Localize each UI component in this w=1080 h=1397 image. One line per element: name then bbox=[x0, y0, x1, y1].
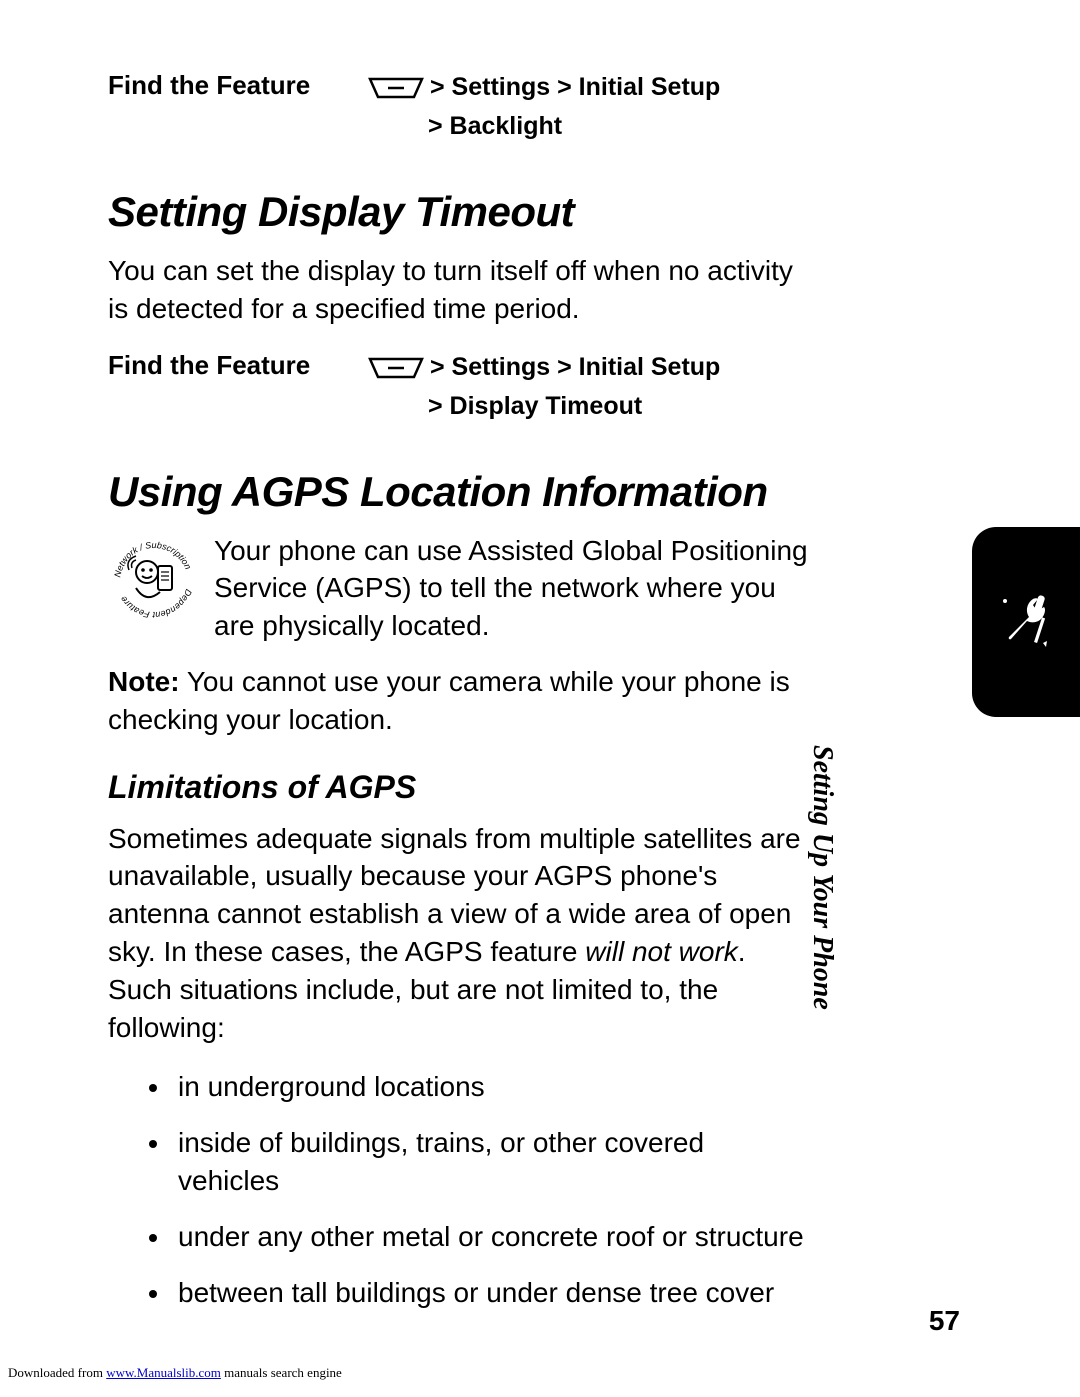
note-label: Note: bbox=[108, 666, 180, 697]
body-limitations-italic: will not work bbox=[585, 936, 737, 967]
menu-path-1-line1: > Settings > Initial Setup bbox=[430, 73, 720, 101]
find-feature-label-2: Find the Feature bbox=[108, 350, 368, 381]
note-agps: Note: You cannot use your camera while y… bbox=[108, 663, 808, 739]
list-item: inside of buildings, trains, or other co… bbox=[172, 1124, 808, 1200]
list-item: under any other metal or concrete roof o… bbox=[172, 1218, 808, 1256]
download-pre: Downloaded from bbox=[8, 1365, 106, 1380]
heading-agps: Using AGPS Location Information bbox=[108, 468, 808, 516]
body-agps-intro: Your phone can use Assisted Global Posit… bbox=[214, 532, 808, 645]
menu-path-1-line2: > Backlight bbox=[428, 112, 562, 140]
menu-path-2-line1: > Settings > Initial Setup bbox=[430, 353, 720, 381]
download-post: manuals search engine bbox=[221, 1365, 342, 1380]
list-item: between tall buildings or under dense tr… bbox=[172, 1274, 808, 1312]
agps-intro-row: Network / Subscription Dependent Feature bbox=[108, 532, 808, 645]
menu-path-2-line2: > Display Timeout bbox=[428, 392, 642, 420]
limitations-list: in underground locations inside of build… bbox=[138, 1068, 808, 1311]
note-body: You cannot use your camera while your ph… bbox=[108, 666, 790, 735]
section-side-label: Setting Up Your Phone bbox=[806, 745, 838, 1045]
list-item: in underground locations bbox=[172, 1068, 808, 1106]
find-feature-row-1: Find the Feature > Settings > Initial Se… bbox=[108, 70, 808, 144]
page-number: 57 bbox=[929, 1305, 960, 1337]
manual-page: Find the Feature > Settings > Initial Se… bbox=[0, 0, 1080, 1397]
menu-key-icon bbox=[368, 354, 424, 389]
download-link[interactable]: www.Manualslib.com bbox=[106, 1365, 221, 1380]
subheading-limitations: Limitations of AGPS bbox=[108, 769, 808, 806]
download-attribution: Downloaded from www.Manualslib.com manua… bbox=[8, 1365, 342, 1381]
menu-path-2: > Settings > Initial Setup > Display Tim… bbox=[368, 350, 720, 424]
heading-display-timeout: Setting Display Timeout bbox=[108, 188, 808, 236]
body-display-timeout: You can set the display to turn itself o… bbox=[108, 252, 808, 328]
svg-text:Dependent Feature: Dependent Feature bbox=[118, 587, 194, 619]
body-limitations: Sometimes adequate signals from multiple… bbox=[108, 820, 808, 1047]
tools-icon bbox=[991, 587, 1061, 657]
find-feature-row-2: Find the Feature > Settings > Initial Se… bbox=[108, 350, 808, 424]
find-feature-label: Find the Feature bbox=[108, 70, 368, 101]
network-dependent-feature-icon: Network / Subscription Dependent Feature bbox=[108, 532, 200, 624]
section-tab bbox=[972, 527, 1080, 717]
menu-path-1: > Settings > Initial Setup > Backlight bbox=[368, 70, 720, 144]
menu-key-icon bbox=[368, 74, 424, 109]
page-content: Find the Feature > Settings > Initial Se… bbox=[108, 70, 808, 1329]
